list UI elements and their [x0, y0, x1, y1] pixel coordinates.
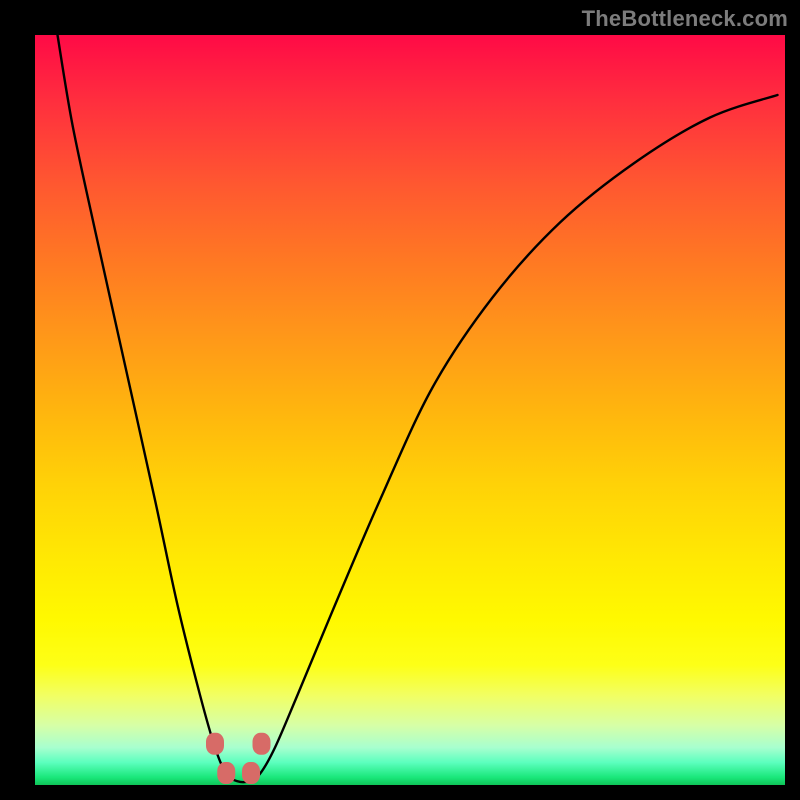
watermark-text: TheBottleneck.com — [582, 6, 788, 32]
curve-layer — [35, 35, 785, 785]
plot-area — [35, 35, 785, 785]
curve-marker — [242, 762, 260, 784]
curve-marker — [217, 762, 235, 784]
bottleneck-curve — [58, 35, 778, 782]
chart-canvas: TheBottleneck.com — [0, 0, 800, 800]
curve-marker — [206, 733, 224, 755]
marker-group — [206, 733, 271, 784]
curve-marker — [253, 733, 271, 755]
